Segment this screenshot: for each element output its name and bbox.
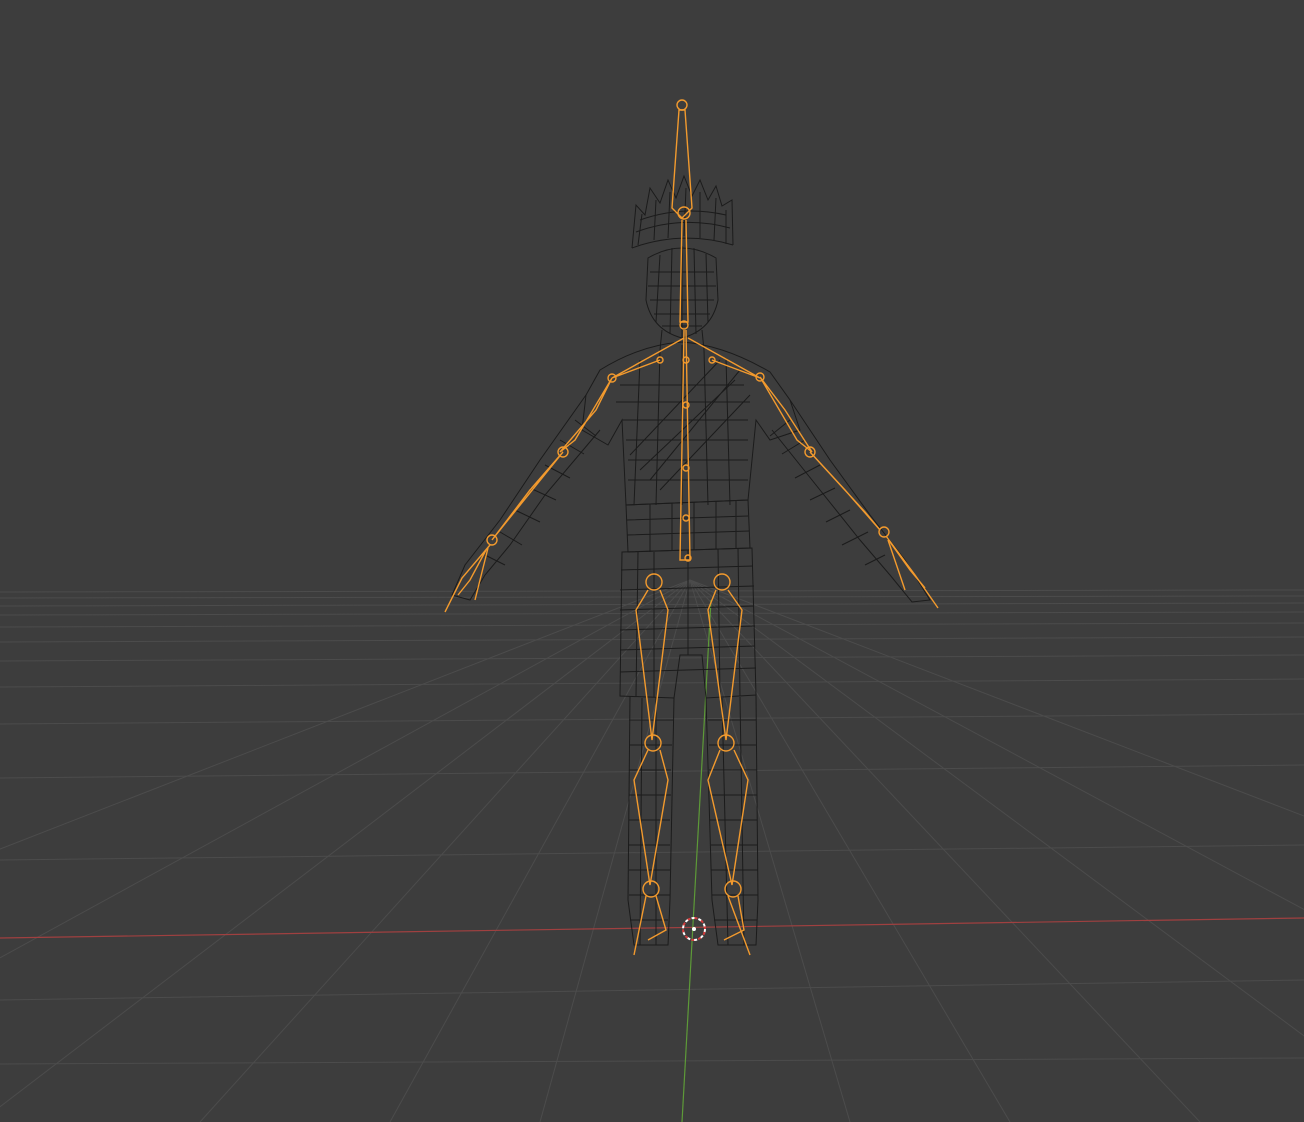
y-axis-line <box>681 599 712 1122</box>
bone-head[interactable] <box>671 109 693 219</box>
bone-fingers-right[interactable] <box>885 535 939 609</box>
bone-joint-hip-right[interactable] <box>713 573 731 591</box>
bone-joint-spine-2[interactable] <box>682 401 690 409</box>
x-axis-line <box>0 917 1304 939</box>
viewport-canvas[interactable] <box>0 0 1304 1122</box>
bone-upperarm-left[interactable] <box>559 377 613 453</box>
bone-shoulder-right[interactable] <box>687 337 761 379</box>
floor-grid <box>0 579 1304 1122</box>
3d-cursor-icon[interactable] <box>682 917 706 941</box>
3d-viewport[interactable] <box>0 0 1304 1122</box>
bone-forearm-left[interactable] <box>491 451 564 541</box>
bone-upperarm-right[interactable] <box>759 376 813 453</box>
bone-joint-wrist-right[interactable] <box>878 526 890 538</box>
armature[interactable] <box>444 99 939 956</box>
bone-foot-left[interactable] <box>633 895 667 956</box>
bone-thigh-right[interactable] <box>707 589 743 741</box>
bone-joint-head[interactable] <box>677 206 691 220</box>
bone-joint-head-tip[interactable] <box>676 99 688 111</box>
character-mesh[interactable] <box>451 174 931 946</box>
